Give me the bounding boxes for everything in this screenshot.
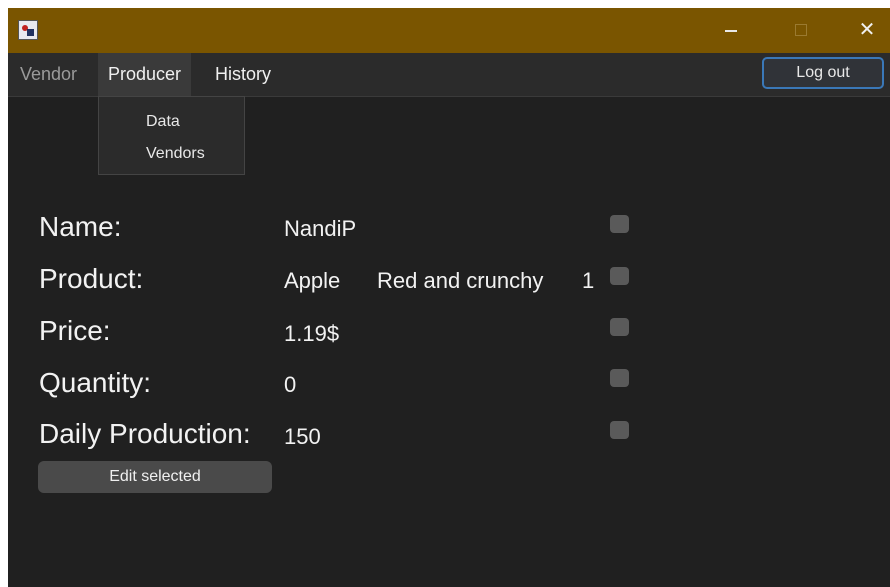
name-label: Name:	[39, 211, 122, 242]
daily-production-label: Daily Production:	[39, 418, 251, 449]
logout-button[interactable]: Log out	[762, 57, 884, 89]
quantity-value: 0	[284, 372, 297, 397]
menu-producer[interactable]: Producer	[98, 53, 192, 96]
product-number: 1	[582, 268, 595, 293]
app-window: ✕ Vendor Producer History Log out Data V…	[8, 8, 890, 587]
title-bar: ✕	[8, 8, 890, 53]
name-value: NandiP	[284, 216, 357, 241]
product-label: Product:	[39, 263, 144, 294]
menu-item-data[interactable]: Data	[146, 113, 180, 131]
product-checkbox[interactable]	[610, 267, 629, 285]
maximize-icon[interactable]	[778, 8, 824, 53]
price-label: Price:	[39, 315, 111, 346]
price-checkbox[interactable]	[610, 318, 629, 336]
menu-history[interactable]: History	[205, 53, 281, 96]
minimize-icon[interactable]	[708, 8, 754, 53]
daily-production-value: 150	[284, 424, 321, 449]
edit-selected-button[interactable]: Edit selected	[38, 461, 272, 493]
menu-bar: Vendor Producer History	[8, 53, 890, 97]
daily-production-checkbox[interactable]	[610, 421, 629, 439]
name-checkbox[interactable]	[610, 215, 629, 233]
menu-item-vendors[interactable]: Vendors	[146, 145, 205, 163]
quantity-label: Quantity:	[39, 367, 152, 398]
price-value: 1.19$	[284, 321, 340, 346]
menu-vendor[interactable]: Vendor	[10, 53, 87, 96]
quantity-checkbox[interactable]	[610, 369, 629, 387]
close-icon[interactable]: ✕	[844, 8, 890, 53]
product-description: Red and crunchy	[377, 268, 544, 293]
app-icon	[18, 20, 38, 40]
producer-dropdown-menu: Data Vendors	[98, 96, 245, 175]
product-value: Apple	[284, 268, 341, 293]
